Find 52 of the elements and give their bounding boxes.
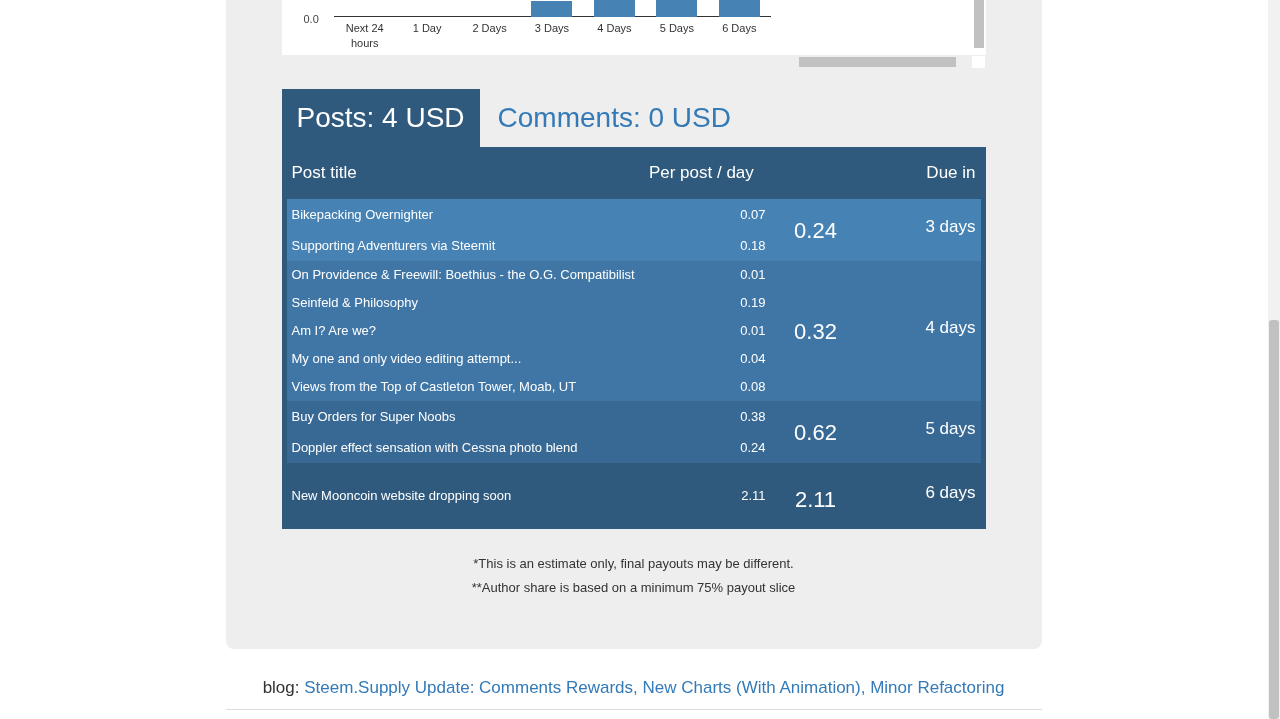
post-value: 0.18 [740, 236, 766, 255]
x-axis-label: 6 Days [721, 21, 758, 36]
footnote: **Author share is based on a minimum 75% payout slice [471, 579, 796, 597]
chart-bar [718, 0, 760, 17]
due-in: 3 days [924, 216, 977, 239]
y-tick-label: 0.0 [303, 12, 320, 27]
due-in: 4 days [924, 317, 977, 340]
x-axis-label: 5 Days [658, 21, 695, 36]
post-value: 0.08 [740, 378, 766, 397]
post-value: 2.11 [741, 487, 766, 506]
tab[interactable]: Posts: 4 USD [281, 89, 480, 147]
post-title: Seinfeld & Philosophy [291, 294, 418, 313]
x-axis-label: 2 Days [471, 21, 508, 36]
x-axis-label: 3 Days [533, 21, 571, 36]
scrollbar-thumb[interactable] [1269, 320, 1279, 719]
post-title: Buy Orders for Super Noobs [291, 407, 456, 426]
x-axis-label: Next 24 hours [344, 21, 385, 51]
footnote: *This is an estimate only, final payouts may be different. [473, 555, 794, 573]
scrollbar-thumb[interactable] [798, 57, 956, 67]
column-header: Due in [926, 162, 976, 185]
post-title: New Mooncoin website dropping soon [291, 487, 512, 506]
post-title: Views from the Top of Castleton Tower, Moab, UT [291, 378, 577, 397]
post-title: Bikepacking Overnighter [291, 205, 434, 224]
post-value: 0.38 [740, 407, 766, 426]
due-in: 5 days [924, 418, 977, 441]
group-total: 0.24 [793, 216, 838, 245]
post-value: 0.01 [740, 322, 766, 341]
tab[interactable]: Comments: 0 USD [479, 89, 749, 147]
column-header: Post title [291, 162, 358, 185]
blog-link[interactable]: Steem.Supply Update: Comments Rewards, New Charts (With Animation), Minor Refactoring [304, 678, 1005, 697]
group-total: 0.62 [793, 418, 838, 447]
post-title: My one and only video editing attempt... [291, 350, 522, 369]
column-header: Per post / day [647, 162, 755, 185]
group-total: 2.11 [793, 485, 838, 514]
post-title: On Providence & Freewill: Boethius - the O.G. Compatibilist [291, 266, 635, 285]
chart-bar [656, 0, 698, 17]
blog-label: blog: [262, 678, 301, 697]
x-axis-label: 4 Days [596, 21, 633, 36]
post-value: 0.01 [740, 266, 766, 285]
chart-bar [593, 0, 635, 17]
post-title: Doppler effect sensation with Cessna photo blend [291, 438, 578, 457]
chart-bar [531, 1, 573, 17]
due-in: 6 days [924, 482, 977, 505]
post-value: 0.04 [740, 350, 766, 369]
post-title: Supporting Adventurers via Steemit [291, 236, 496, 255]
group-total: 0.32 [793, 317, 838, 346]
post-value: 0.24 [740, 438, 766, 457]
post-value: 0.19 [740, 294, 766, 313]
x-axis-label: 1 Day [411, 21, 443, 36]
post-value: 0.07 [740, 205, 766, 224]
scrollbar-thumb[interactable] [973, 0, 984, 48]
post-title: Am I? Are we? [291, 322, 377, 341]
